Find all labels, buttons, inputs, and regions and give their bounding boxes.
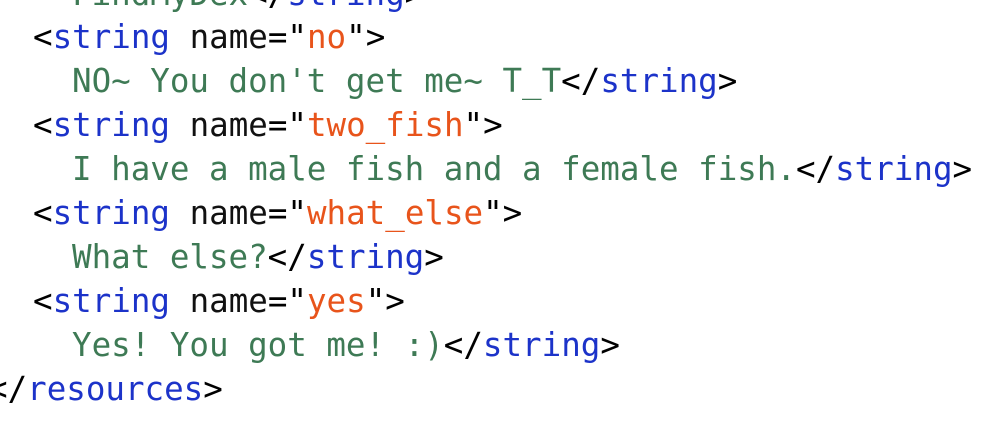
string-content: NO~ You don't get me~ T_T: [72, 62, 562, 100]
tag-name: string: [287, 0, 404, 13]
attribute-value: no: [306, 18, 347, 56]
attribute-equals: =": [267, 106, 307, 144]
tag-bracket: >: [952, 150, 973, 188]
tag-bracket: >: [600, 326, 620, 364]
tag-bracket: </: [248, 0, 287, 13]
tag-bracket: <: [33, 106, 53, 144]
code-line-open-tag: <string name="two_fish">: [0, 103, 503, 147]
tag-bracket: >: [203, 370, 223, 408]
attribute-quote-close: ">: [346, 18, 386, 56]
code-line-content: What else?</string>: [0, 235, 444, 279]
tag-name: string: [52, 194, 170, 232]
code-line-content: NO~ You don't get me~ T_T</string>: [0, 59, 737, 103]
attribute-equals: =": [267, 194, 307, 232]
attribute-quote-close: ">: [483, 194, 523, 232]
attribute-value: two_fish: [306, 106, 464, 144]
tag-name: string: [835, 150, 953, 188]
tag-bracket: <: [33, 18, 53, 56]
attribute-name: name: [189, 106, 268, 144]
tag-bracket: <: [33, 194, 53, 232]
tag-bracket: >: [717, 62, 738, 100]
tag-bracket: </: [267, 238, 307, 276]
tag-bracket: </: [561, 62, 601, 100]
tag-bracket: </: [795, 150, 836, 188]
tag-name: string: [52, 106, 170, 144]
tag-bracket: >: [405, 0, 425, 13]
tag-name: string: [600, 62, 718, 100]
string-content: What else?: [72, 238, 268, 276]
attribute-quote-close: ">: [463, 106, 503, 144]
tag-name: resources: [27, 370, 204, 408]
string-content: Yes! You got me! :): [72, 326, 444, 364]
attribute-value: what_else: [306, 194, 484, 232]
code-line-close-tag: </resources>: [0, 367, 223, 411]
tag-name: string: [306, 238, 425, 276]
tag-name: string: [52, 18, 170, 56]
code-line-open-tag: <string name="yes">: [0, 279, 405, 323]
code-line-open-tag: <string name="no">: [0, 15, 385, 59]
code-line-open-tag: <string name="what_else">: [0, 191, 522, 235]
code-line-content: Yes! You got me! :)</string>: [0, 323, 620, 367]
attribute-name: name: [189, 194, 268, 232]
attribute-value: yes: [306, 282, 366, 320]
tag-bracket: </: [443, 326, 483, 364]
attribute-name: name: [189, 282, 268, 320]
attribute-equals: =": [267, 282, 307, 320]
tag-name: string: [52, 282, 170, 320]
tag-bracket: </: [0, 370, 28, 408]
tag-bracket: >: [424, 238, 444, 276]
code-line-content: I have a male fish and a female fish.</s…: [0, 147, 972, 191]
attribute-name: name: [189, 18, 268, 56]
string-content: I have a male fish and a female fish.: [72, 150, 796, 188]
code-line-partial: FindMyDex</string>: [0, 0, 424, 16]
tag-name: string: [482, 326, 601, 364]
string-content: FindMyDex: [72, 0, 248, 13]
attribute-quote-close: ">: [365, 282, 405, 320]
code-editor[interactable]: FindMyDex</string> <string name="no"> NO…: [0, 0, 1004, 421]
tag-bracket: <: [33, 282, 53, 320]
attribute-equals: =": [267, 18, 307, 56]
